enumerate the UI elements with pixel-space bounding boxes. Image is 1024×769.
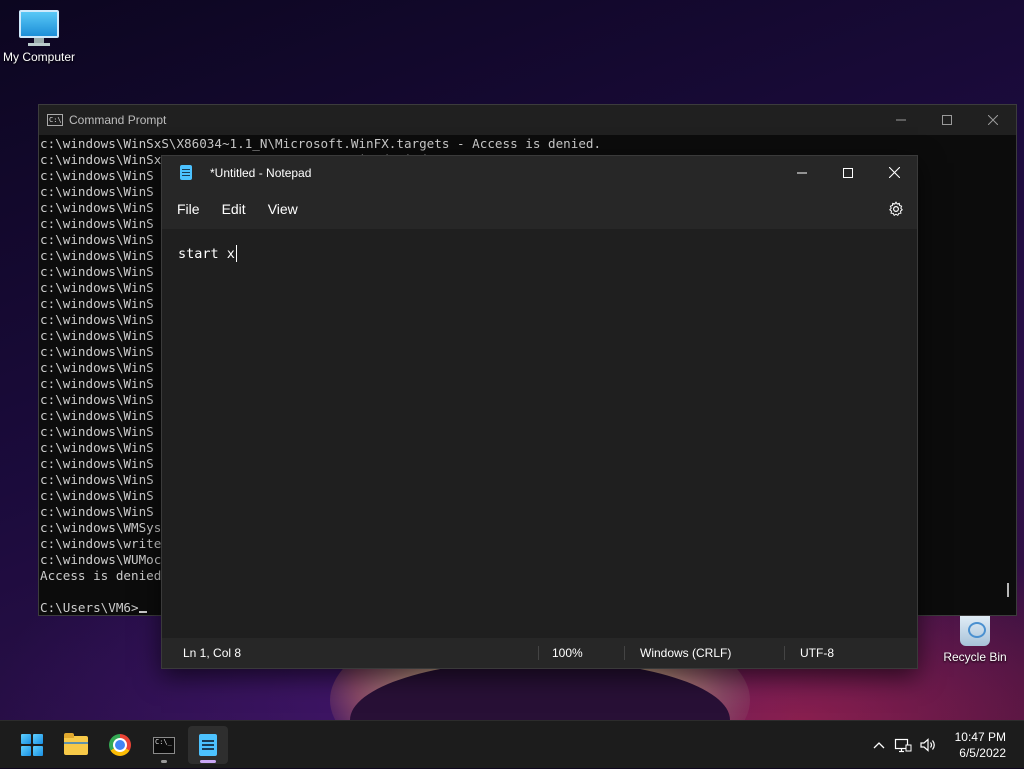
desktop-icon-recycle-bin[interactable]: Recycle Bin <box>932 612 1018 664</box>
status-divider <box>784 646 785 660</box>
cmd-line-text: c:\windows\WinS <box>40 456 154 471</box>
cmd-line-text: c:\windows\WinS <box>40 312 154 327</box>
taskbar-command-prompt[interactable]: C:\_ <box>144 726 184 764</box>
cmd-line-text: c:\windows\WinS <box>40 328 154 343</box>
cmd-maximize-button[interactable] <box>924 105 970 135</box>
notepad-maximize-button[interactable] <box>825 156 871 189</box>
cmd-line-text: c:\windows\WinS <box>40 344 154 359</box>
cmd-line-text: c:\windows\WinS <box>40 248 154 263</box>
cmd-line-text: C:\Users\VM6> <box>40 600 139 615</box>
notepad-close-button[interactable] <box>871 156 917 189</box>
volume-button[interactable] <box>916 737 940 753</box>
active-indicator <box>200 760 216 763</box>
cmd-line-text: c:\windows\WinS <box>40 168 154 183</box>
cmd-close-button[interactable] <box>970 105 1016 135</box>
notepad-content: start x <box>178 246 235 262</box>
status-divider <box>624 646 625 660</box>
cmd-line-text: c:\windows\WinS <box>40 264 154 279</box>
cmd-line-text: c:\windows\WinS <box>40 296 154 311</box>
close-icon <box>988 115 998 125</box>
cmd-cursor <box>138 611 147 613</box>
running-indicator <box>161 760 167 763</box>
menu-file[interactable]: File <box>166 194 211 224</box>
notepad-window[interactable]: *Untitled - Notepad File Edit View start… <box>161 155 918 669</box>
cmd-line-text: c:\windows\WinS <box>40 488 154 503</box>
status-line-ending: Windows (CRLF) <box>640 646 732 660</box>
system-tray <box>868 721 940 769</box>
status-zoom: 100% <box>552 646 583 660</box>
command-prompt-icon: C:\ <box>47 114 63 126</box>
menu-edit[interactable]: Edit <box>211 194 257 224</box>
cmd-line-text: c:\windows\WinS <box>40 184 154 199</box>
text-caret <box>235 245 237 262</box>
terminal-icon: C:\_ <box>153 736 175 754</box>
taskbar-chrome[interactable] <box>100 726 140 764</box>
status-cursor-position: Ln 1, Col 8 <box>183 646 242 660</box>
cmd-line-text: c:\windows\WinS <box>40 232 154 247</box>
taskbar-notepad[interactable] <box>188 726 228 764</box>
cmd-line-text: c:\windows\WinS <box>40 200 154 215</box>
notepad-minimize-button[interactable] <box>779 156 825 189</box>
show-hidden-icons-button[interactable] <box>868 741 890 749</box>
taskbar: C:\_ 10:47 PM 6/5/2022 <box>0 720 1024 768</box>
cmd-line-text: c:\windows\WinS <box>40 424 154 439</box>
cmd-line-text: c:\windows\WinS <box>40 376 154 391</box>
clock-time: 10:47 PM <box>954 730 1006 744</box>
chrome-icon <box>109 734 131 756</box>
cmd-title-bar[interactable]: C:\ Command Prompt <box>39 105 1016 135</box>
network-button[interactable] <box>890 737 916 753</box>
notepad-text-area[interactable]: start x <box>162 229 917 638</box>
taskbar-file-explorer[interactable] <box>56 726 96 764</box>
cmd-line-text: Access is denied <box>40 568 162 583</box>
minimize-icon <box>896 119 906 121</box>
cmd-line-text: c:\windows\WinS <box>40 504 154 519</box>
cmd-window-title: Command Prompt <box>69 113 167 127</box>
notepad-title-bar[interactable]: *Untitled - Notepad <box>162 156 917 189</box>
notepad-icon <box>180 165 192 180</box>
cmd-line-text: c:\windows\WMSys <box>40 520 162 535</box>
cmd-scrollbar[interactable] <box>1007 583 1009 597</box>
folder-icon <box>64 732 88 755</box>
clock-date: 6/5/2022 <box>959 746 1006 760</box>
notepad-icon <box>199 734 217 756</box>
cmd-line-text: c:\windows\WinSxS\X86034~1.1_N\Microsoft… <box>40 136 602 151</box>
notepad-window-title: *Untitled - Notepad <box>210 165 312 180</box>
minimize-icon <box>797 172 807 173</box>
maximize-icon <box>942 115 952 125</box>
computer-icon <box>0 10 82 46</box>
status-divider <box>538 646 539 660</box>
settings-button[interactable] <box>881 194 911 224</box>
chevron-up-icon <box>873 742 885 749</box>
taskbar-start-button[interactable] <box>12 726 52 764</box>
cmd-line-text: c:\windows\WinS <box>40 360 154 375</box>
desktop-icon-label: Recycle Bin <box>943 650 1007 664</box>
close-icon <box>888 167 900 178</box>
notepad-menu-bar: File Edit View <box>162 189 917 229</box>
cmd-line-text: c:\windows\WinS <box>40 472 154 487</box>
taskbar-clock[interactable]: 10:47 PM 6/5/2022 <box>955 729 1006 761</box>
maximize-icon <box>843 167 853 178</box>
desktop-icon-label: My Computer <box>2 50 76 64</box>
notepad-status-bar: Ln 1, Col 8 100% Windows (CRLF) UTF-8 <box>162 638 917 668</box>
cmd-output-line: c:\windows\WinSxS\X86034~1.1_N\Microsoft… <box>40 136 1004 152</box>
windows-start-icon <box>21 734 43 756</box>
network-icon <box>894 738 912 753</box>
cmd-line-text: c:\windows\WinS <box>40 280 154 295</box>
cmd-line-text: c:\windows\write <box>40 536 162 551</box>
desktop-icon-my-computer[interactable]: My Computer <box>0 10 82 64</box>
menu-view[interactable]: View <box>257 194 309 224</box>
cmd-line-text: c:\windows\WinS <box>40 392 154 407</box>
status-encoding: UTF-8 <box>800 646 834 660</box>
cmd-line-text: c:\windows\WinS <box>40 440 154 455</box>
speaker-icon <box>920 738 935 752</box>
recycle-bin-icon <box>960 612 990 646</box>
cmd-line-text: c:\windows\WinS <box>40 216 154 231</box>
cmd-minimize-button[interactable] <box>878 105 924 135</box>
gear-icon <box>889 201 903 217</box>
cmd-line-text: c:\windows\WUMoc <box>40 552 162 567</box>
cmd-line-text: c:\windows\WinS <box>40 408 154 423</box>
